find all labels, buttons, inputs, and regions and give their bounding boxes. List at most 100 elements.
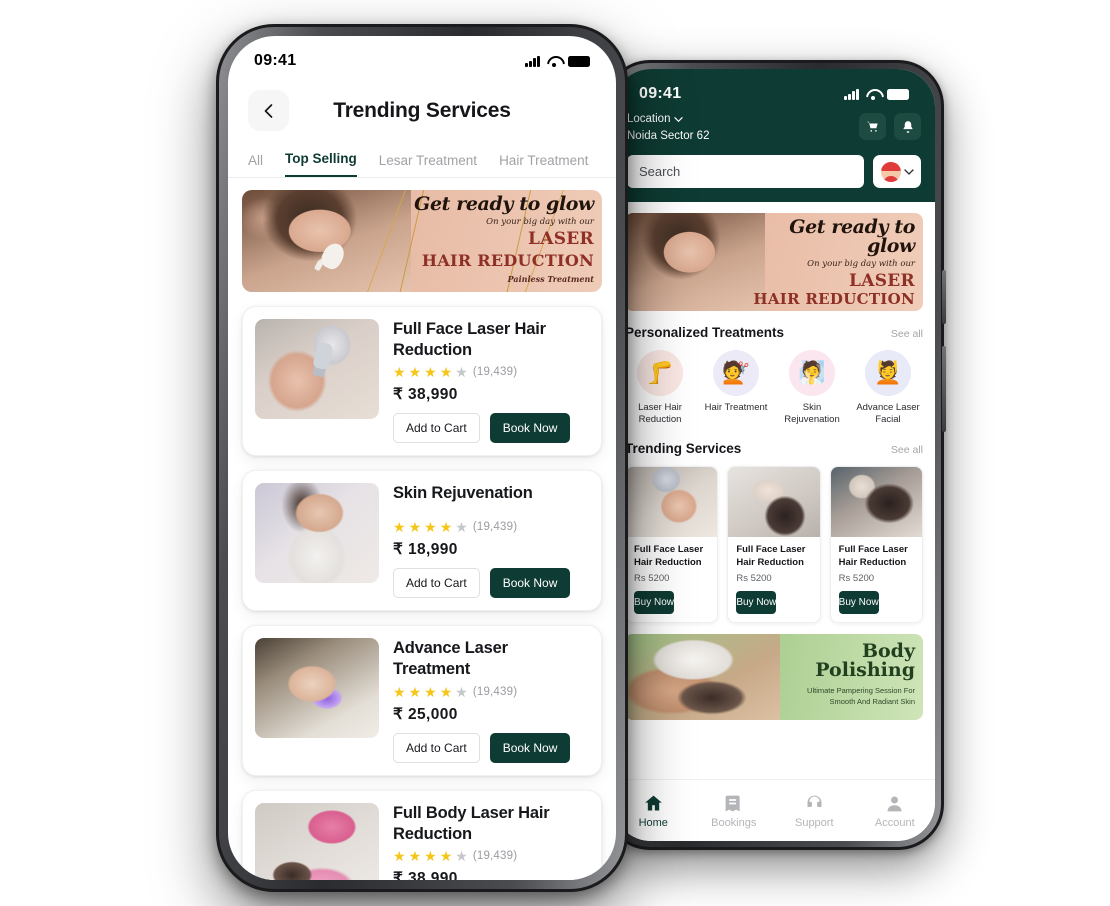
wifi-icon: [866, 89, 880, 101]
nav-label: Account: [874, 817, 915, 829]
category-label: Laser Hair Reduction: [638, 402, 682, 426]
trending-see-all-link[interactable]: See all: [891, 444, 923, 456]
service-card[interactable]: Skin Rejuvenation ★ ★ ★ ★ ★ (19,439) ₹ 1…: [242, 470, 602, 612]
promo-sub-line1: Ultimate Pampering Session For: [807, 686, 915, 696]
service-price: ₹ 18,990: [393, 541, 458, 559]
phone-side-button[interactable]: [942, 270, 946, 324]
buy-now-button[interactable]: Buy Now: [736, 591, 777, 615]
cart-icon[interactable]: [859, 113, 886, 140]
service-title: Advance Laser Treatment: [393, 639, 508, 679]
service-image: [255, 483, 379, 584]
category-label: Advance Laser Facial: [856, 402, 920, 426]
headset-icon: [774, 792, 855, 814]
star-icon: ★: [424, 519, 437, 536]
status-icons: [844, 88, 909, 101]
trending-card-title: Full Face Laser Hair Reduction: [838, 543, 908, 568]
phone-volume-button[interactable]: [942, 346, 946, 432]
star-icon: ★: [439, 364, 453, 381]
battery-icon: [568, 55, 590, 67]
book-now-button[interactable]: Book Now: [489, 413, 571, 444]
star-rating-icons: ★ ★ ★ ★ ★: [393, 365, 468, 379]
service-card-body: Advance Laser Treatment ★ ★ ★ ★ ★ (19,43…: [393, 638, 589, 763]
rating-count: (19,439): [472, 685, 518, 698]
avatar[interactable]: [873, 155, 921, 188]
add-to-cart-button[interactable]: Add to Cart: [393, 732, 480, 763]
star-icon: ★: [408, 519, 422, 536]
trending-card-image: [830, 466, 922, 537]
trending-card[interactable]: Full Face Laser Hair Reduction Rs 5200 B…: [727, 465, 821, 624]
trending-card-price: Rs 5200: [634, 573, 670, 585]
buy-now-button[interactable]: Buy Now: [838, 591, 879, 615]
bell-icon[interactable]: [894, 113, 921, 140]
star-icon: ★: [424, 364, 437, 381]
location-value: Noida Sector 62: [627, 130, 710, 142]
star-icon: ★: [424, 847, 437, 864]
nav-item-account[interactable]: Account: [855, 792, 936, 829]
add-to-cart-button[interactable]: Add to Cart: [393, 413, 480, 444]
status-time: 09:41: [639, 85, 682, 102]
category-list: 🦵 Laser Hair Reduction 💇 Hair Treatment …: [613, 340, 935, 427]
service-card[interactable]: Advance Laser Treatment ★ ★ ★ ★ ★ (19,43…: [242, 625, 602, 776]
back-phone-screen: 09:41 Location Noida Sector 62 Search Ge…: [613, 69, 935, 841]
book-now-button[interactable]: Book Now: [489, 732, 571, 763]
nav-label: Bookings: [711, 817, 757, 829]
service-list-scroll[interactable]: Get ready to glow On your big day with o…: [228, 178, 616, 880]
promo-banner-laser[interactable]: Get ready to glow On your big day with o…: [242, 190, 602, 292]
service-image: [255, 638, 379, 739]
signal-bars-icon: [844, 88, 859, 100]
star-icon: ★: [393, 847, 406, 864]
promo-banner-body-polishing[interactable]: Body Polishing Ultimate Pampering Sessio…: [625, 634, 923, 721]
service-card[interactable]: Full Face Laser Hair Reduction ★ ★ ★ ★ ★…: [242, 306, 602, 457]
star-rating-icons: ★ ★ ★ ★ ★: [393, 685, 468, 699]
page-header: Trending Services: [228, 78, 616, 145]
promo-banner-laser[interactable]: Get ready to glow On your big day with o…: [625, 213, 923, 311]
add-to-cart-button[interactable]: Add to Cart: [393, 568, 480, 599]
skin-rejuvenation-icon: 🧖: [789, 350, 835, 396]
star-rating-icons: ★ ★ ★ ★ ★: [393, 520, 468, 534]
nav-item-support[interactable]: Support: [774, 792, 855, 829]
trending-section-header: Trending Services See all: [613, 427, 935, 456]
star-icon: ★: [408, 683, 422, 700]
location-row: Location Noida Sector 62: [613, 111, 935, 142]
promo-title-line2: HAIR REDUCTION: [753, 290, 915, 309]
chevron-left-icon: [264, 103, 272, 118]
trending-card-price: Rs 5200: [736, 573, 772, 585]
promo-title-line2: HAIR REDUCTION: [421, 251, 594, 271]
service-rating: ★ ★ ★ ★ ★ (19,439): [393, 520, 589, 534]
service-title: Skin Rejuvenation: [393, 484, 533, 503]
personalized-see-all-link[interactable]: See all: [891, 328, 923, 340]
tab-lesar-treatment[interactable]: Lesar Treatment: [379, 153, 477, 177]
buy-now-button[interactable]: Buy Now: [634, 591, 675, 615]
category-item-advance-laser-facial[interactable]: 💆 Advance Laser Facial: [853, 350, 923, 427]
tab-all[interactable]: All: [248, 153, 263, 177]
page-title: Trending Services: [333, 98, 511, 122]
star-icon-empty: ★: [455, 683, 468, 700]
promo-subtext: On your big day with our: [807, 259, 915, 269]
star-icon: ★: [424, 683, 437, 700]
category-item-hair-treatment[interactable]: 💇 Hair Treatment: [701, 350, 771, 427]
promo-text: Get ready to glow On your big day with o…: [748, 218, 915, 311]
location-block[interactable]: Location Noida Sector 62: [627, 113, 709, 142]
nav-item-bookings[interactable]: Bookings: [694, 792, 775, 829]
tab-hair-treatment[interactable]: Hair Treatment: [499, 153, 588, 177]
book-now-button[interactable]: Book Now: [489, 568, 571, 599]
screenshot-stage: 09:41 Location Noida Sector 62 Search Ge…: [0, 0, 1110, 906]
trending-card[interactable]: Full Face Laser Hair Reduction Rs 5200 B…: [625, 465, 719, 624]
back-app-header: 09:41 Location Noida Sector 62 Search: [613, 69, 935, 202]
location-label-row: Location: [627, 113, 709, 125]
promo-text: Get ready to glow On your big day with o…: [392, 195, 594, 284]
tab-top-selling[interactable]: Top Selling: [285, 151, 357, 177]
rating-count: (19,439): [472, 521, 518, 534]
trending-card[interactable]: Full Face Laser Hair Reduction Rs 5200 B…: [829, 465, 923, 624]
back-status-bar: 09:41: [613, 69, 935, 111]
battery-icon: [887, 88, 909, 100]
trending-card-list: Full Face Laser Hair Reduction Rs 5200 B…: [613, 456, 935, 624]
category-item-laser-hair-reduction[interactable]: 🦵 Laser Hair Reduction: [625, 350, 695, 427]
category-label: Hair Treatment: [704, 402, 768, 413]
service-card[interactable]: Full Body Laser Hair Reduction ★ ★ ★ ★ ★…: [242, 789, 602, 880]
category-item-skin-rejuvenation[interactable]: 🧖 Skin Rejuvenation: [777, 350, 847, 427]
nav-label: Support: [794, 817, 834, 829]
back-button[interactable]: [248, 90, 289, 131]
filter-tabs: All Top Selling Lesar Treatment Hair Tre…: [228, 145, 616, 178]
search-input[interactable]: Search: [627, 155, 864, 188]
